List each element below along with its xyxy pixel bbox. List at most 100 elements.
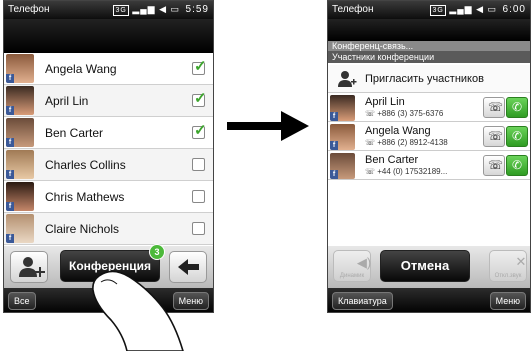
end-participant-call-button[interactable]: ✆ [506,97,528,118]
mute-label: Откл.звук [494,273,522,279]
contact-list: f Angela Wang ✓ f April Lin ✓ f Ben Cart… [4,53,213,245]
participant-row[interactable]: f Ben Carter ☏ +44 (0) 17532189... ☏ ✆ [328,152,530,180]
contact-checkbox[interactable] [192,158,205,171]
end-participant-call-button[interactable]: ✆ [506,155,528,176]
speaker-icon: ◀ [159,4,167,14]
status-bar: Телефон 3G ▂▄▆ ◀ ▭ 5:59 [4,1,213,19]
private-call-button[interactable]: ☏ [483,97,505,118]
contact-checkbox[interactable] [192,190,205,203]
status-time: 5:59 [185,4,209,15]
finger-tap-illustration [92,270,184,351]
contact-row[interactable]: f Claire Nichols [4,213,213,245]
check-icon: ✓ [194,122,207,139]
contact-row[interactable]: f Ben Carter ✓ [4,117,213,149]
facebook-icon: f [6,138,14,147]
avatar: f [6,214,34,243]
facebook-icon: f [6,234,14,243]
speaker-label: Динамик [339,273,365,279]
phone-split-icon: ☏ [488,100,504,114]
participant-number: ☏ +886 (3) 375-6376 [365,109,444,118]
person-add-icon [19,257,45,277]
add-contact-button[interactable] [10,251,48,283]
phone-screen-before: Телефон 3G ▂▄▆ ◀ ▭ 5:59 f Angela Wang ✓ … [3,0,214,313]
facebook-icon: f [330,141,338,150]
end-participant-call-button[interactable]: ✆ [506,126,528,147]
cancel-button[interactable]: Отмена [380,250,470,282]
avatar: f [6,118,34,147]
softkey-keypad[interactable]: Клавиатура [332,292,393,310]
facebook-icon: f [6,106,14,115]
invite-label: Пригласить участников [365,73,484,85]
contact-name: Chris Mathews [45,190,125,204]
private-call-button[interactable]: ☏ [483,155,505,176]
action-bar: ◀) Динамик Отмена ✕ Откл.звук [328,246,530,288]
facebook-icon: f [330,112,338,121]
person-add-icon [338,71,357,87]
participant-name: Ben Carter [365,154,419,166]
participant-number: ☏ +44 (0) 17532189... [365,167,448,176]
status-bar: Телефон 3G ▂▄▆ ◀ ▭ 6:00 [328,1,530,19]
conference-status: Конференц-связь... [328,41,530,51]
avatar: f [330,153,355,179]
facebook-icon: f [6,74,14,83]
network-3g-icon: 3G [430,5,446,16]
contact-checkbox[interactable] [192,222,205,235]
check-icon: ✓ [194,90,207,107]
phone-split-icon: ☏ [488,129,504,143]
speaker-icon: ◀ [476,4,484,14]
softkey-menu[interactable]: Меню [489,292,526,310]
transition-arrow-icon [227,111,309,141]
header-band [328,19,530,41]
battery-icon: ▭ [487,4,498,14]
contact-name: Claire Nichols [45,222,120,236]
avatar: f [330,124,355,150]
network-3g-icon: 3G [113,5,129,16]
contact-row[interactable]: f Charles Collins [4,149,213,181]
participant-number: ☏ +886 (2) 8912-4138 [365,138,448,147]
phone-screen-after: Телефон 3G ▂▄▆ ◀ ▭ 6:00 Конференц-связь.… [327,0,531,313]
contact-row[interactable]: f Chris Mathews [4,181,213,213]
contact-checkbox[interactable]: ✓ [192,122,207,139]
status-icons: 3G ▂▄▆ ◀ ▭ 5:59 [113,4,209,16]
status-title: Телефон [8,4,50,15]
contact-name: Ben Carter [45,126,104,140]
contact-row[interactable]: f April Lin ✓ [4,85,213,117]
participant-row[interactable]: f Angela Wang ☏ +886 (2) 8912-4138 ☏ ✆ [328,123,530,151]
contact-name: Angela Wang [45,62,117,76]
mute-button[interactable]: ✕ Откл.звук [489,250,527,282]
invite-participants-row[interactable]: Пригласить участников [328,65,530,93]
phone-split-icon: ☏ [488,158,504,172]
facebook-icon: f [330,170,338,179]
phone-icon: ✆ [512,129,523,143]
avatar: f [6,86,34,115]
avatar: f [6,150,34,179]
status-title: Телефон [332,4,374,15]
facebook-icon: f [6,170,14,179]
contact-checkbox[interactable]: ✓ [192,90,207,107]
private-call-button[interactable]: ☏ [483,126,505,147]
check-icon: ✓ [194,58,207,75]
participants-header: Участники конференции [328,51,530,63]
phone-icon: ✆ [512,100,523,114]
participant-row[interactable]: f April Lin ☏ +886 (3) 375-6376 ☏ ✆ [328,94,530,122]
softkey-bar: Клавиатура Меню [328,288,530,312]
softkey-all[interactable]: Все [8,292,36,310]
header-band [4,19,213,53]
signal-icon: ▂▄▆ [132,4,156,14]
battery-icon: ▭ [170,4,181,14]
contact-name: April Lin [45,94,89,108]
contact-name: Charles Collins [45,158,126,172]
signal-icon: ▂▄▆ [449,4,473,14]
status-icons: 3G ▂▄▆ ◀ ▭ 6:00 [430,4,526,16]
speaker-button[interactable]: ◀) Динамик [333,250,371,282]
facebook-icon: f [6,202,14,211]
avatar: f [6,54,34,83]
avatar: f [330,95,355,121]
status-time: 6:00 [502,4,526,15]
contact-row[interactable]: f Angela Wang ✓ [4,53,213,85]
phone-icon: ✆ [512,158,523,172]
participant-name: April Lin [365,96,405,108]
avatar: f [6,182,34,211]
participant-name: Angela Wang [365,125,431,137]
contact-checkbox[interactable]: ✓ [192,58,207,75]
